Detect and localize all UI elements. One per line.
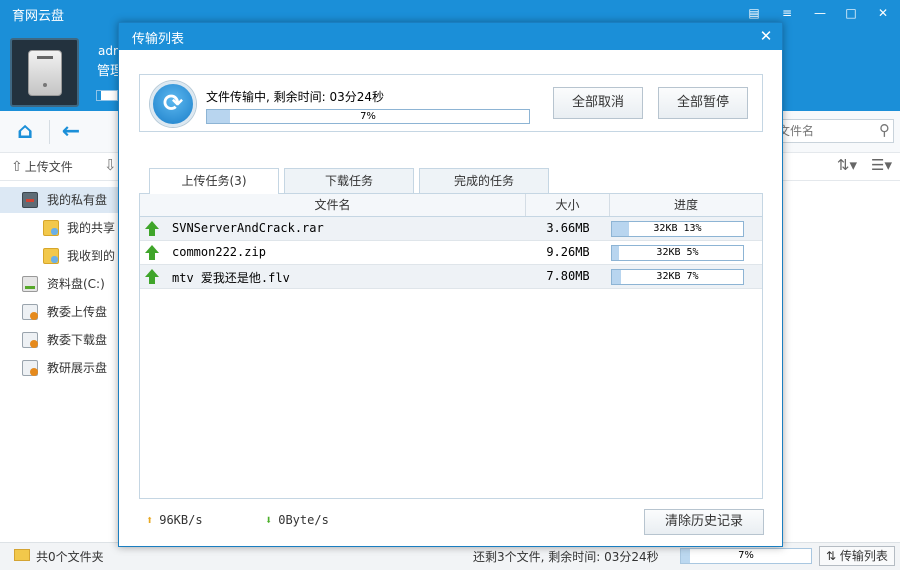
tab-completed[interactable]: 完成的任务 bbox=[419, 168, 549, 193]
transfer-list-icon: ⇅ bbox=[826, 549, 840, 563]
network-disk-icon bbox=[22, 360, 38, 376]
sidebar-item-my-share[interactable]: 我的共享 bbox=[0, 215, 120, 241]
upload-icon: ⇧ bbox=[11, 159, 23, 175]
sidebar-item-label: 我的私有盘 bbox=[47, 193, 108, 207]
dialog-title: 传输列表 bbox=[132, 32, 185, 47]
sidebar-item-received[interactable]: 我收到的 bbox=[0, 243, 120, 269]
progress-label: 32KB 5% bbox=[656, 247, 699, 258]
progress-label: 7% bbox=[360, 111, 376, 122]
transfer-list-label: 传输列表 bbox=[839, 549, 888, 563]
feedback-icon[interactable]: ▤ bbox=[744, 4, 764, 22]
transfer-summary: ⟳ 文件传输中, 剩余时间: 03分24秒 7% 全部取消 全部暂停 bbox=[139, 74, 763, 132]
avatar[interactable] bbox=[10, 38, 79, 107]
remaining-status: 还剩3个文件, 剩余时间: 03分24秒 bbox=[473, 550, 659, 564]
file-name: mtv 爱我还是他.flv bbox=[172, 271, 290, 285]
progress-label: 32KB 7% bbox=[656, 271, 699, 282]
drive-c-icon bbox=[22, 276, 38, 292]
progress-label: 32KB 13% bbox=[653, 223, 702, 234]
menu-icon[interactable]: ≡ bbox=[777, 4, 797, 22]
folder-icon bbox=[14, 549, 30, 561]
dialog-titlebar: 传输列表 ✕ bbox=[119, 23, 782, 50]
back-arrow-icon[interactable]: ← bbox=[58, 119, 84, 145]
minimize-icon[interactable]: — bbox=[810, 4, 830, 22]
sidebar-item-showcase-disk[interactable]: 教研展示盘 bbox=[0, 355, 120, 381]
file-size: 3.66MB bbox=[546, 221, 590, 235]
sidebar-item-label: 教委上传盘 bbox=[47, 305, 108, 319]
view-options: ⇅▾ ☰▾ bbox=[823, 156, 892, 174]
transfer-table: 文件名 大小 进度 SVNServerAndCrack.rar 3.66MB 3… bbox=[139, 193, 763, 499]
network-disk-icon bbox=[22, 304, 38, 320]
column-header-progress[interactable]: 进度 bbox=[610, 194, 762, 216]
file-progress-bar: 32KB 13% bbox=[611, 221, 744, 237]
maximize-icon[interactable]: □ bbox=[841, 4, 861, 22]
shared-folder-icon bbox=[43, 220, 59, 236]
clear-history-button[interactable]: 清除历史记录 bbox=[644, 509, 764, 535]
sync-icon: ⟳ bbox=[150, 81, 196, 127]
download-speed: ⬇ 0Byte/s bbox=[265, 513, 329, 527]
sidebar-item-upload-disk[interactable]: 教委上传盘 bbox=[0, 299, 120, 325]
sidebar-item-label: 教委下载盘 bbox=[47, 333, 108, 347]
summary-progress-bar: 7% bbox=[206, 109, 530, 124]
sidebar-item-label: 资料盘(C:) bbox=[47, 277, 105, 291]
table-row[interactable]: common222.zip 9.26MB 32KB 5% bbox=[140, 241, 762, 265]
private-disk-icon bbox=[22, 192, 38, 208]
file-size: 9.26MB bbox=[546, 245, 590, 259]
column-header-name[interactable]: 文件名 bbox=[140, 194, 526, 216]
table-header: 文件名 大小 进度 bbox=[140, 194, 762, 217]
search-input[interactable] bbox=[773, 120, 869, 142]
close-icon[interactable]: ✕ bbox=[873, 4, 893, 22]
table-row[interactable]: SVNServerAndCrack.rar 3.66MB 32KB 13% bbox=[140, 217, 762, 241]
tab-download[interactable]: 下载任务 bbox=[284, 168, 414, 193]
overall-progress-bar: 7% bbox=[680, 548, 812, 564]
search-box: ⚲ bbox=[772, 119, 894, 143]
upload-speed: ⬆ 96KB/s bbox=[146, 513, 203, 527]
sidebar-item-label: 我收到的 bbox=[67, 249, 116, 263]
pause-all-button[interactable]: 全部暂停 bbox=[658, 87, 748, 119]
app-title: 育网云盘 bbox=[12, 9, 65, 24]
cancel-all-button[interactable]: 全部取消 bbox=[553, 87, 643, 119]
file-progress-bar: 32KB 7% bbox=[611, 269, 744, 285]
file-name: common222.zip bbox=[172, 245, 266, 259]
dialog-close-icon[interactable]: ✕ bbox=[758, 27, 774, 45]
download-icon[interactable]: ⇩ bbox=[104, 156, 117, 174]
network-disk-icon bbox=[22, 332, 38, 348]
column-header-size[interactable]: 大小 bbox=[526, 194, 610, 216]
home-icon[interactable]: ⌂ bbox=[12, 119, 38, 145]
upload-file-label: 上传文件 bbox=[24, 160, 73, 174]
transfer-dialog: 传输列表 ✕ ⟳ 文件传输中, 剩余时间: 03分24秒 7% 全部取消 全部暂… bbox=[118, 22, 783, 547]
sidebar-item-label: 教研展示盘 bbox=[47, 361, 108, 375]
file-progress-bar: 32KB 5% bbox=[611, 245, 744, 261]
sidebar-item-drive-c[interactable]: 资料盘(C:) bbox=[0, 271, 120, 297]
upload-speed-value: 96KB/s bbox=[159, 513, 203, 527]
transfer-list-button[interactable]: ⇅ 传输列表 bbox=[819, 546, 895, 566]
upload-speed-icon: ⬆ bbox=[146, 513, 154, 527]
file-name: SVNServerAndCrack.rar bbox=[172, 221, 324, 235]
list-view-icon[interactable]: ☰▾ bbox=[871, 156, 892, 174]
tab-upload[interactable]: 上传任务(3) bbox=[149, 168, 279, 194]
file-size: 7.80MB bbox=[546, 269, 590, 283]
folder-count: 共0个文件夹 bbox=[36, 550, 104, 564]
toolbar-divider bbox=[49, 120, 50, 144]
hard-disk-icon bbox=[28, 50, 62, 96]
received-folder-icon bbox=[43, 248, 59, 264]
upload-arrow-icon bbox=[145, 245, 159, 260]
upload-arrow-icon bbox=[145, 221, 159, 236]
quota-bar bbox=[96, 90, 118, 101]
progress-label: 7% bbox=[738, 550, 754, 561]
upload-arrow-icon bbox=[145, 269, 159, 284]
summary-text: 文件传输中, 剩余时间: 03分24秒 bbox=[206, 90, 385, 104]
upload-file-button[interactable]: ⇧ 上传文件 bbox=[11, 158, 73, 175]
sort-icon[interactable]: ⇅▾ bbox=[837, 156, 857, 174]
sidebar-item-label: 我的共享 bbox=[67, 221, 116, 235]
download-speed-icon: ⬇ bbox=[265, 513, 273, 527]
table-row[interactable]: mtv 爱我还是他.flv 7.80MB 32KB 7% bbox=[140, 265, 762, 289]
search-icon[interactable]: ⚲ bbox=[879, 121, 890, 139]
sidebar: 我的私有盘 我的共享 我收到的 资料盘(C:) 教委上传盘 教委下载盘 教研展示… bbox=[0, 186, 120, 536]
download-speed-value: 0Byte/s bbox=[278, 513, 329, 527]
sidebar-item-private-disk[interactable]: 我的私有盘 bbox=[0, 187, 120, 213]
sidebar-item-download-disk[interactable]: 教委下载盘 bbox=[0, 327, 120, 353]
